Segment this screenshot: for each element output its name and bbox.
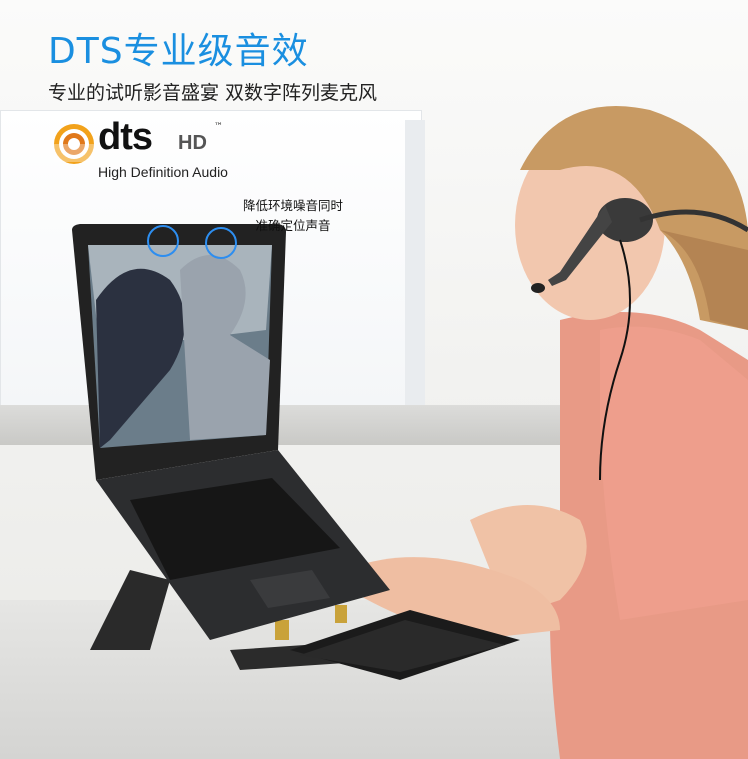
dts-wordmark: dts: [98, 116, 153, 158]
hd-wordmark: HD: [178, 132, 207, 154]
mic-highlight-left: [147, 225, 179, 257]
annotation-line-2: 准确定位声音: [255, 218, 331, 233]
trademark-symbol: ™: [214, 122, 223, 132]
microphone-annotation: 降低环境噪音同时 准确定位声音: [228, 196, 358, 236]
page-title: DTS专业级音效: [48, 31, 309, 72]
logo-caption: High Definition Audio: [98, 164, 228, 180]
scene-illustration: [72, 106, 748, 759]
page-subtitle: 专业的试听影音盛宴 双数字阵列麦克风: [48, 82, 378, 104]
product-photo: [0, 0, 748, 759]
annotation-line-1: 降低环境噪音同时: [242, 198, 343, 213]
laptop: [72, 224, 390, 640]
mic-highlight-right: [205, 227, 237, 259]
